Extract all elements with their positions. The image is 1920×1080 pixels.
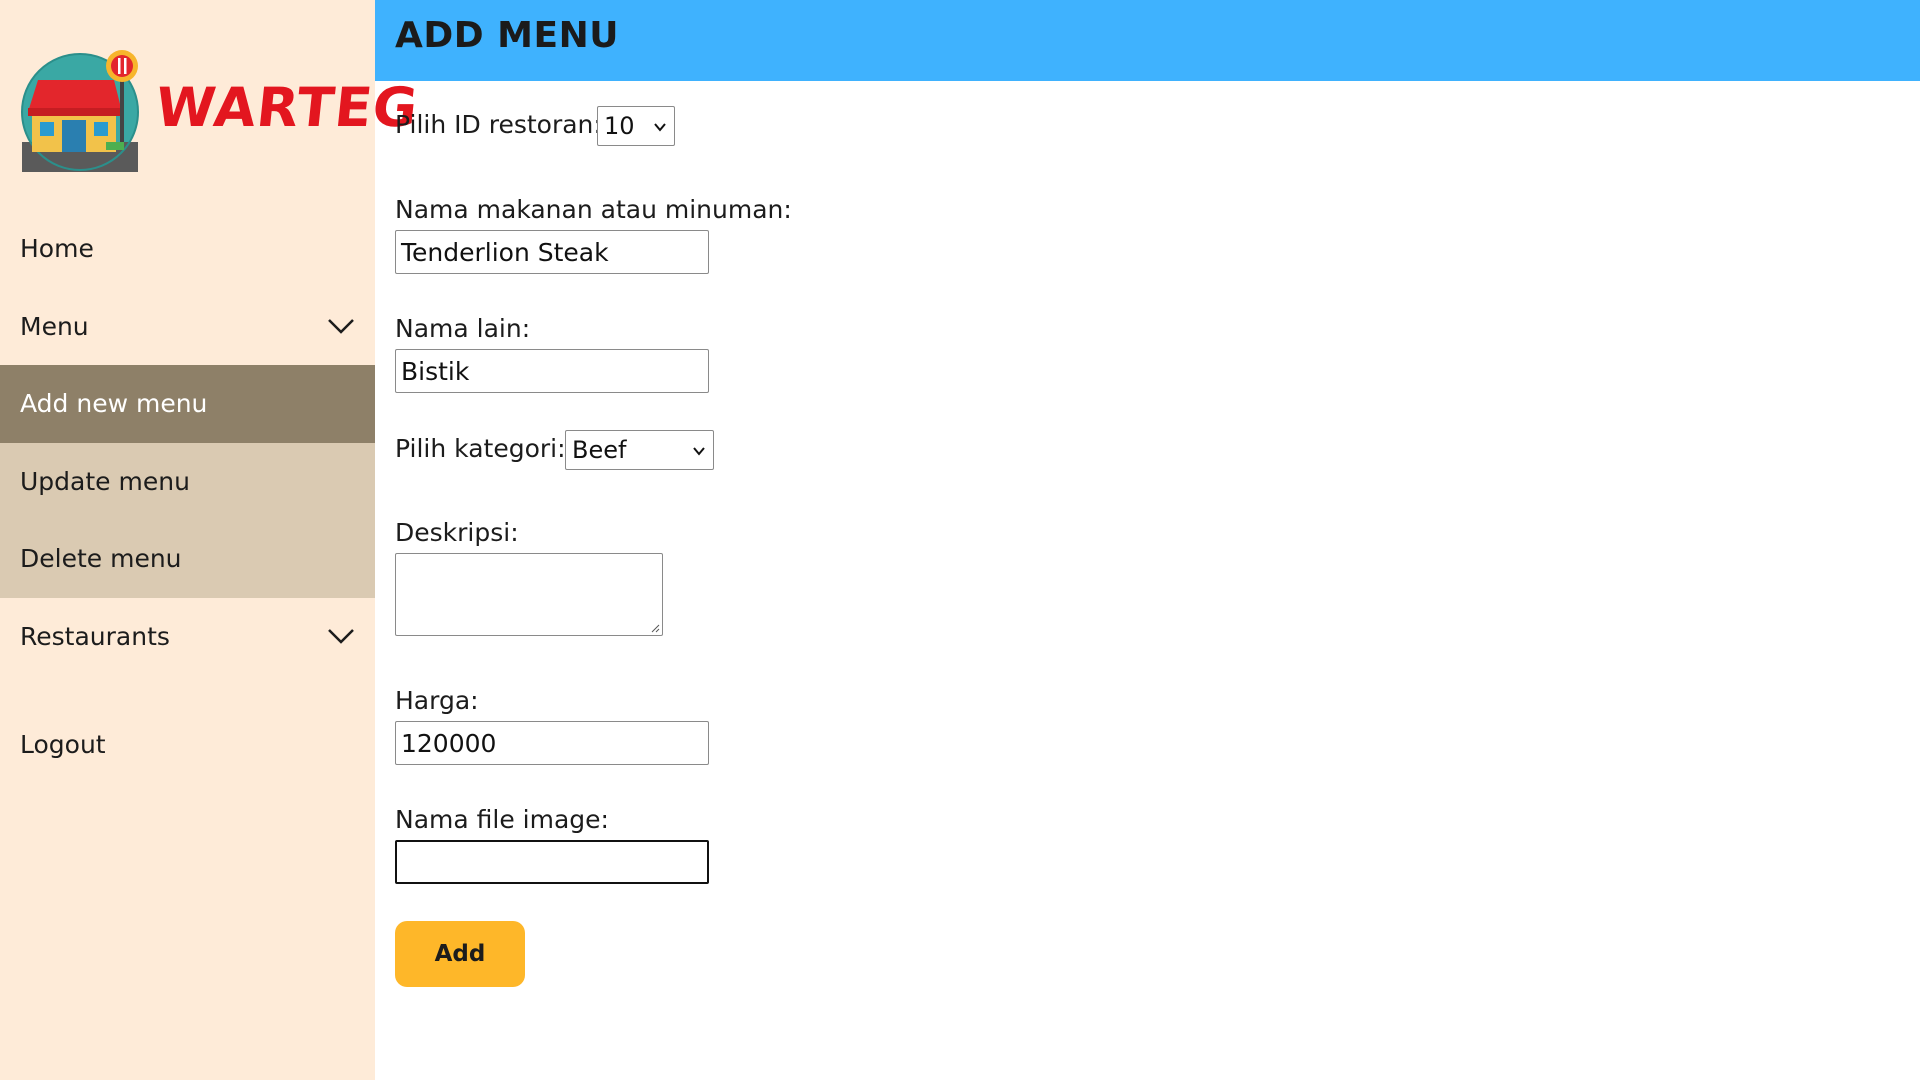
category-label: Pilih kategori: xyxy=(395,434,566,463)
category-select[interactable]: Beef xyxy=(565,430,714,470)
sidebar-item-label: Add new menu xyxy=(20,389,208,419)
description-textarea[interactable] xyxy=(395,553,663,636)
sidebar-item-update-menu[interactable]: Update menu xyxy=(0,442,375,520)
sidebar-item-label: Delete menu xyxy=(20,544,182,574)
sidebar-item-label: Update menu xyxy=(20,466,190,496)
page-header: ADD MENU xyxy=(375,0,1920,81)
price-label: Harga: xyxy=(395,686,479,715)
chevron-down-icon xyxy=(328,318,354,334)
alt-name-input[interactable]: Bistik xyxy=(395,349,709,393)
sidebar-item-menu[interactable]: Menu xyxy=(0,288,375,366)
alt-name-value: Bistik xyxy=(401,356,470,386)
logo: WARTEG xyxy=(18,46,421,176)
description-label: Deskripsi: xyxy=(395,518,519,547)
sidebar: WARTEG Home Menu Add new menu Update men… xyxy=(0,0,421,1080)
restaurant-logo-icon xyxy=(21,50,139,172)
chevron-down-icon xyxy=(654,123,666,132)
restaurant-id-value: 10 xyxy=(604,112,635,140)
restaurant-id-select[interactable]: 10 xyxy=(597,106,675,146)
sidebar-nav: Home Menu Add new menu Update menu Delet… xyxy=(0,210,375,675)
price-value: 120000 xyxy=(401,728,497,758)
sidebar-item-label: Restaurants xyxy=(20,621,170,651)
image-file-input[interactable] xyxy=(395,840,709,884)
page-title: ADD MENU xyxy=(395,15,619,56)
sidebar-item-label: Home xyxy=(20,234,94,264)
chevron-down-icon xyxy=(693,447,705,456)
logo-text: WARTEG xyxy=(152,76,422,139)
item-name-label: Nama makanan atau minuman: xyxy=(395,195,792,224)
image-file-label: Nama file image: xyxy=(395,805,609,834)
sidebar-item-home[interactable]: Home xyxy=(0,210,375,288)
category-value: Beef xyxy=(572,436,627,464)
logout-link[interactable]: Logout xyxy=(20,730,106,759)
sidebar-item-label: Menu xyxy=(20,311,89,341)
item-name-value: Tenderlion Steak xyxy=(401,237,609,267)
sidebar-item-add-new-menu[interactable]: Add new menu xyxy=(0,365,375,443)
sidebar-item-restaurants[interactable]: Restaurants xyxy=(0,598,375,676)
resize-grip-icon[interactable] xyxy=(650,623,660,633)
restaurant-id-label: Pilih ID restoran: xyxy=(395,110,602,139)
add-button[interactable]: Add xyxy=(395,921,525,987)
item-name-input[interactable]: Tenderlion Steak xyxy=(395,230,709,274)
price-input[interactable]: 120000 xyxy=(395,721,709,765)
alt-name-label: Nama lain: xyxy=(395,314,531,343)
sidebar-item-delete-menu[interactable]: Delete menu xyxy=(0,520,375,598)
chevron-down-icon xyxy=(328,628,354,644)
